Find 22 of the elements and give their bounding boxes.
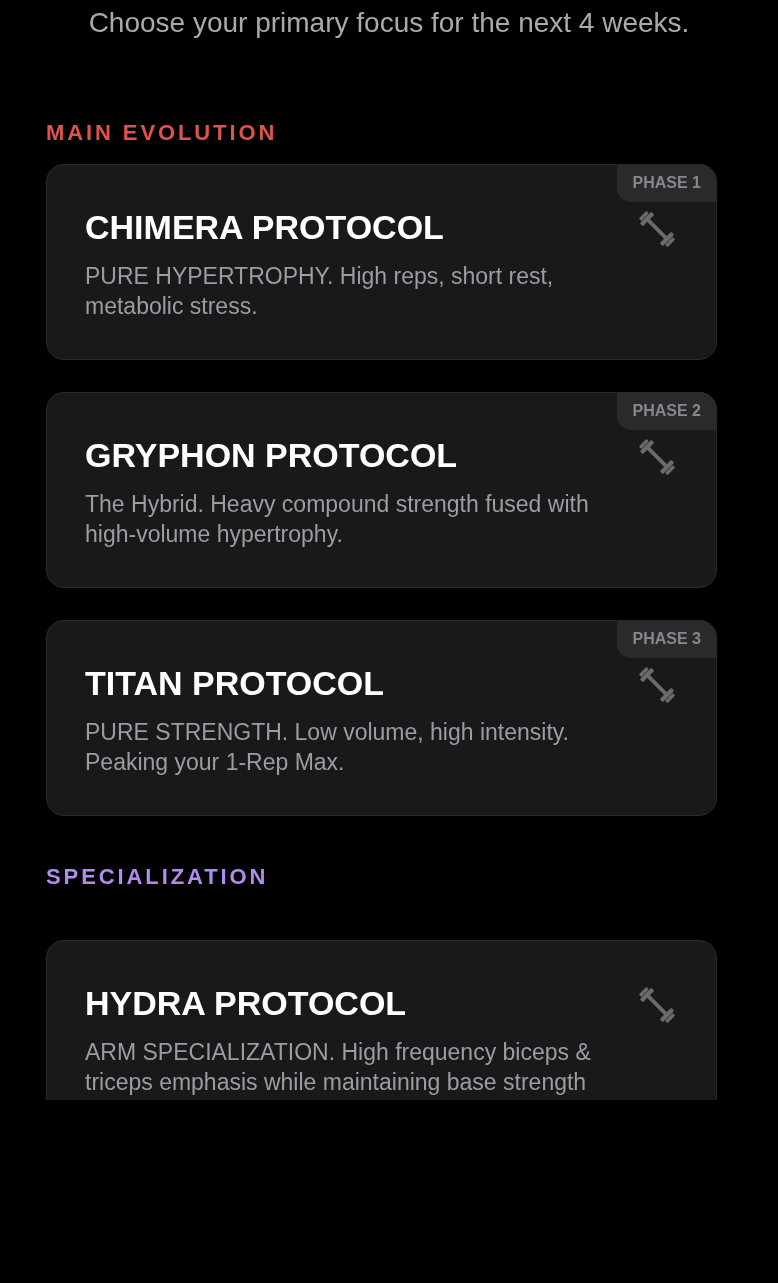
program-description: PURE HYPERTROPHY. High reps, short rest, metabolic stress. (85, 262, 555, 321)
program-description: ARM SPECIALIZATION. High frequency biceps & triceps emphasis while maintaining base strength (85, 1038, 592, 1097)
program-card[interactable]: PHASE 1 CHIMERA PROTOCOL PURE HYPERTROPHY. High reps, short rest, metabolic stress. (46, 164, 717, 360)
dumbbell-icon (636, 984, 678, 1026)
dumbbell-icon (636, 208, 678, 250)
program-card[interactable]: PHASE 3 TITAN PROTOCOL PURE STRENGTH. Low volume, high intensity. Peaking your 1-Rep Max. (46, 620, 717, 816)
program-title: GRYPHON PROTOCOL (85, 436, 459, 474)
dumbbell-icon (636, 664, 678, 706)
phase-badge: PHASE 2 (616, 392, 717, 430)
program-description: PURE STRENGTH. Low volume, high intensity. Peaking your 1-Rep Max. (85, 718, 570, 777)
phase-badge: PHASE 1 (616, 164, 717, 202)
program-title: CHIMERA PROTOCOL (85, 208, 445, 246)
program-title: HYDRA PROTOCOL (85, 984, 408, 1022)
section-heading: MAIN EVOLUTION (46, 120, 278, 146)
program-title: TITAN PROTOCOL (85, 664, 386, 702)
phase-badge: PHASE 3 (616, 620, 717, 658)
section-heading: SPECIALIZATION (46, 864, 269, 890)
dumbbell-icon (636, 436, 678, 478)
program-card[interactable]: HYDRA PROTOCOL ARM SPECIALIZATION. High frequency biceps & triceps emphasis while maintaining base strength (46, 940, 717, 1100)
program-card[interactable]: PHASE 2 GRYPHON PROTOCOL The Hybrid. Heavy compound strength fused with high-volume hypertrophy. (46, 392, 717, 588)
subtitle-text: Choose your primary focus for the next 4 weeks. (88, 6, 690, 39)
program-description: The Hybrid. Heavy compound strength fused with high-volume hypertrophy. (85, 490, 590, 549)
